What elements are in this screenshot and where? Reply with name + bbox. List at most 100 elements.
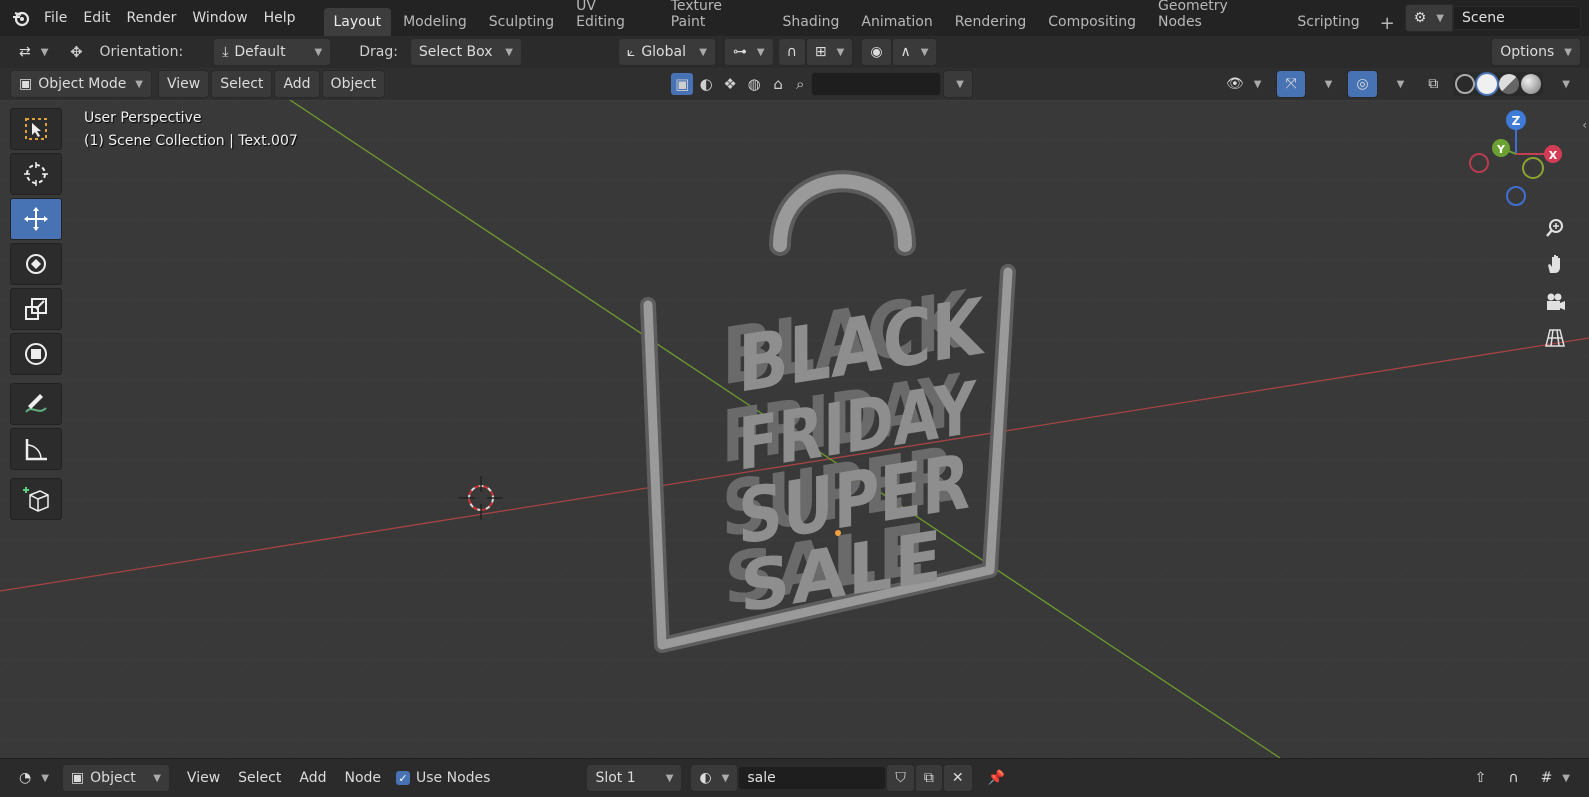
pivot-icon: ⊶ bbox=[732, 44, 747, 60]
menu-render[interactable]: Render bbox=[119, 6, 185, 30]
zoom-icon[interactable] bbox=[1539, 212, 1571, 244]
pivot-point-dropdown[interactable]: ⊶ ▼ bbox=[723, 38, 774, 66]
node-view-menu[interactable]: View bbox=[178, 764, 229, 792]
tab-modeling[interactable]: Modeling bbox=[393, 8, 477, 36]
solid-shading-icon[interactable] bbox=[1477, 74, 1498, 94]
camera-view-icon[interactable] bbox=[1539, 286, 1571, 318]
gizmo-toggle[interactable]: ⤧ bbox=[1276, 70, 1306, 98]
mode-dropdown[interactable]: ▣ Object Mode ▼ bbox=[10, 70, 152, 98]
node-menu[interactable]: Node bbox=[335, 764, 390, 792]
annotate-tool[interactable] bbox=[10, 383, 62, 425]
transform-tool[interactable] bbox=[10, 333, 62, 375]
close-icon: ✕ bbox=[951, 770, 964, 786]
object-menu[interactable]: Object bbox=[321, 70, 386, 98]
negative-x-icon[interactable] bbox=[1469, 153, 1489, 173]
snap-dropdown[interactable]: ⊞ ▼ bbox=[805, 38, 854, 66]
proportional-falloff-dropdown[interactable]: ∧ ▼ bbox=[891, 38, 938, 66]
node-snap-toggle[interactable]: ∩ bbox=[1499, 764, 1527, 792]
use-nodes-toggle[interactable]: ✓ Use Nodes bbox=[396, 770, 490, 786]
material-name-field[interactable]: sale bbox=[738, 766, 887, 790]
visibility-dropdown[interactable]: 👁 ▼ bbox=[1217, 70, 1270, 98]
unlink-material-button[interactable]: ✕ bbox=[942, 764, 973, 792]
tab-texture-paint[interactable]: Texture Paint bbox=[661, 0, 771, 36]
use-nodes-checkbox[interactable]: ✓ bbox=[396, 771, 411, 785]
menu-window[interactable]: Window bbox=[184, 6, 255, 30]
move-tool[interactable] bbox=[10, 198, 62, 240]
material-browse-button[interactable]: ◐ ▼ bbox=[690, 764, 739, 792]
sale-text-object[interactable]: BLACK BLACK FRIDAY FRIDAY SUPER SUPER SA… bbox=[722, 270, 986, 631]
filter-dropdown[interactable]: ▼ bbox=[943, 70, 973, 98]
material-shading-icon[interactable] bbox=[1499, 74, 1520, 94]
proportional-edit-toggle[interactable]: ◉ bbox=[861, 38, 892, 66]
xray-toggle[interactable]: ⧉ bbox=[1419, 70, 1447, 98]
slot-dropdown[interactable]: Slot 1 ▼ bbox=[586, 764, 683, 792]
rendered-shading-icon[interactable] bbox=[1521, 74, 1542, 94]
node-snap-dropdown[interactable]: # ▼ bbox=[1532, 764, 1579, 792]
tab-scripting[interactable]: Scripting bbox=[1287, 8, 1369, 36]
shading-dropdown[interactable]: ▼ bbox=[1549, 70, 1579, 98]
perspective-toggle-icon[interactable] bbox=[1539, 322, 1571, 354]
tab-animation[interactable]: Animation bbox=[851, 8, 942, 36]
tool-settings-button[interactable]: ⇄ ▼ bbox=[10, 38, 57, 66]
select-menu[interactable]: Select bbox=[211, 70, 273, 98]
fake-user-button[interactable]: ⛉ bbox=[886, 764, 915, 792]
active-object-label: (1) Scene Collection | Text.007 bbox=[84, 133, 298, 149]
add-workspace-button[interactable]: + bbox=[1372, 11, 1403, 36]
drag-dropdown[interactable]: Select Box ▼ bbox=[409, 38, 522, 66]
navigation-gizmo[interactable]: Z Y X bbox=[1461, 106, 1571, 216]
node-select-menu[interactable]: Select bbox=[229, 764, 290, 792]
editor-type-dropdown[interactable]: ◔ ▼ bbox=[10, 764, 58, 792]
snap-toggle[interactable]: ∩ bbox=[777, 38, 806, 66]
texture-filter-icon[interactable]: ❖ bbox=[719, 73, 741, 95]
pan-hand-icon[interactable] bbox=[1539, 248, 1571, 280]
tab-rendering[interactable]: Rendering bbox=[945, 8, 1037, 36]
menu-file[interactable]: File bbox=[36, 6, 75, 30]
tab-uv-editing[interactable]: UV Editing bbox=[566, 0, 659, 36]
gizmo-icon: ⤧ bbox=[1285, 76, 1297, 92]
measure-icon bbox=[25, 439, 47, 461]
negative-z-icon[interactable] bbox=[1506, 186, 1526, 206]
world-filter-icon[interactable]: ◍ bbox=[743, 73, 765, 95]
wireframe-shading-icon[interactable] bbox=[1455, 74, 1476, 94]
tab-layout[interactable]: Layout bbox=[323, 8, 392, 36]
parent-node-tree-button[interactable]: ⇧ bbox=[1466, 764, 1496, 792]
options-dropdown[interactable]: Options ▼ bbox=[1491, 38, 1581, 66]
3d-viewport[interactable]: BLACK BLACK FRIDAY FRIDAY SUPER SUPER SA… bbox=[0, 100, 1589, 758]
sidebar-toggle-icon[interactable]: ‹ bbox=[1582, 118, 1587, 132]
select-mode-icon[interactable]: ▣ bbox=[671, 73, 694, 95]
add-menu[interactable]: Add bbox=[274, 70, 320, 98]
orientation-dropdown[interactable]: ⤓ Default ▼ bbox=[213, 38, 332, 66]
tab-geometry-nodes[interactable]: Geometry Nodes bbox=[1148, 0, 1285, 36]
shader-type-dropdown[interactable]: ▣ Object ▼ bbox=[61, 764, 170, 792]
cursor-tool[interactable] bbox=[10, 153, 62, 195]
material-filter-icon[interactable]: ◐ bbox=[695, 73, 717, 95]
measure-tool[interactable] bbox=[10, 428, 62, 470]
menu-help[interactable]: Help bbox=[256, 6, 304, 30]
transform-orientation-dropdown[interactable]: ⟀ Global ▼ bbox=[617, 38, 716, 66]
viewport-search-input[interactable] bbox=[811, 72, 942, 96]
tab-shading[interactable]: Shading bbox=[773, 8, 850, 36]
scale-tool[interactable] bbox=[10, 288, 62, 330]
scene-type-button[interactable]: ⚙ ▼ bbox=[1404, 4, 1453, 32]
scene-name-field[interactable]: Scene bbox=[1453, 6, 1581, 30]
overlay-toggle[interactable]: ◎ bbox=[1347, 70, 1378, 98]
pin-button[interactable]: 📌 bbox=[979, 764, 1014, 792]
tab-sculpting[interactable]: Sculpting bbox=[479, 8, 564, 36]
gizmo-dropdown[interactable]: ▼ bbox=[1312, 70, 1342, 98]
chevron-down-icon: ▼ bbox=[1253, 78, 1262, 90]
rotate-tool[interactable] bbox=[10, 243, 62, 285]
scene-filter-icon[interactable]: ⌂ bbox=[767, 73, 789, 95]
add-cube-tool[interactable] bbox=[10, 478, 62, 520]
view-menu[interactable]: View bbox=[158, 70, 210, 98]
chevron-down-icon: ▼ bbox=[920, 46, 929, 58]
overlay-dropdown[interactable]: ▼ bbox=[1384, 70, 1414, 98]
duplicate-material-button[interactable]: ⧉ bbox=[914, 764, 943, 792]
select-box-icon bbox=[25, 118, 47, 140]
node-add-menu[interactable]: Add bbox=[290, 764, 335, 792]
select-box-tool[interactable] bbox=[10, 108, 62, 150]
menu-edit[interactable]: Edit bbox=[75, 6, 118, 30]
chevron-down-icon: ▼ bbox=[41, 772, 49, 784]
tab-compositing[interactable]: Compositing bbox=[1038, 8, 1146, 36]
negative-y-icon[interactable] bbox=[1522, 157, 1544, 179]
blender-logo-icon[interactable] bbox=[10, 7, 32, 29]
